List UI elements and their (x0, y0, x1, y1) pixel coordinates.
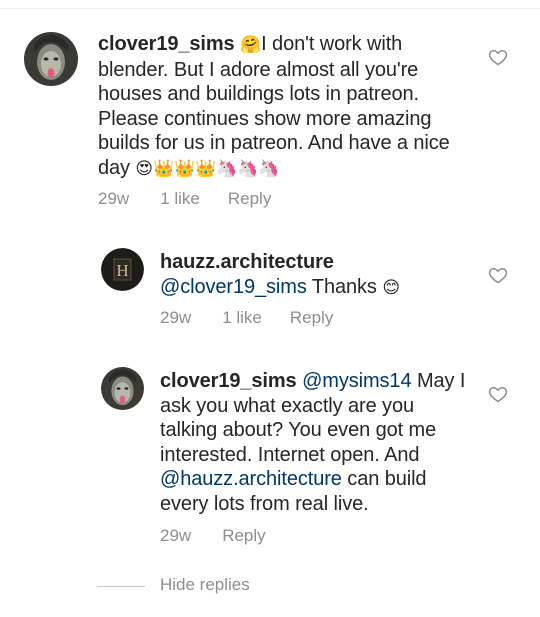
smile-emoji-icon: 😊 (382, 277, 400, 298)
reply-button[interactable]: Reply (290, 308, 333, 328)
avatar[interactable]: H (101, 248, 144, 291)
hug-emoji-icon: 🤗 (240, 35, 262, 55)
reply-username[interactable]: hauzz.architecture (160, 251, 334, 273)
reply-body: clover19_sims @mysims14 May I ask you wh… (160, 369, 470, 516)
reply-meta: 29w 1 like Reply (160, 308, 333, 328)
hauzz-logo-icon: H (101, 248, 144, 291)
mention-link[interactable]: @hauzz.architecture (160, 468, 342, 490)
top-divider (0, 8, 540, 9)
like-count[interactable]: 1 like (160, 189, 200, 209)
avatar-image (101, 367, 144, 410)
like-heart-icon[interactable] (488, 47, 508, 67)
reply-button[interactable]: Reply (222, 526, 265, 546)
comment-username[interactable]: clover19_sims (98, 33, 235, 55)
hide-replies-divider (97, 586, 145, 587)
comment-timestamp: 29w (98, 189, 130, 208)
like-heart-icon[interactable] (488, 384, 508, 404)
mention-link[interactable]: @clover19_sims (160, 276, 307, 298)
comment-body: clover19_sims 🤗I don't work with blender… (98, 32, 478, 181)
reply-button[interactable]: Reply (228, 189, 271, 209)
svg-text:H: H (116, 261, 128, 280)
comment-meta: 29w 1 like Reply (98, 189, 271, 209)
reply-text: Thanks (311, 275, 377, 298)
reply-timestamp: 29w (160, 308, 192, 327)
reply-username[interactable]: clover19_sims (160, 370, 297, 392)
avatar[interactable] (101, 367, 144, 410)
emoji-sequence-icon: 😍👑👑👑🦄🦄🦄 (135, 158, 280, 179)
hide-replies-button[interactable]: Hide replies (160, 575, 250, 595)
mention-link[interactable]: @mysims14 (302, 370, 412, 392)
reply-meta: 29w Reply (160, 526, 266, 546)
like-heart-icon[interactable] (488, 265, 508, 285)
avatar[interactable] (24, 32, 78, 86)
like-count[interactable]: 1 like (222, 308, 262, 328)
reply-timestamp: 29w (160, 526, 192, 545)
reply-body: hauzz.architecture @clover19_sims Thanks… (160, 250, 460, 300)
avatar-image (24, 32, 78, 86)
